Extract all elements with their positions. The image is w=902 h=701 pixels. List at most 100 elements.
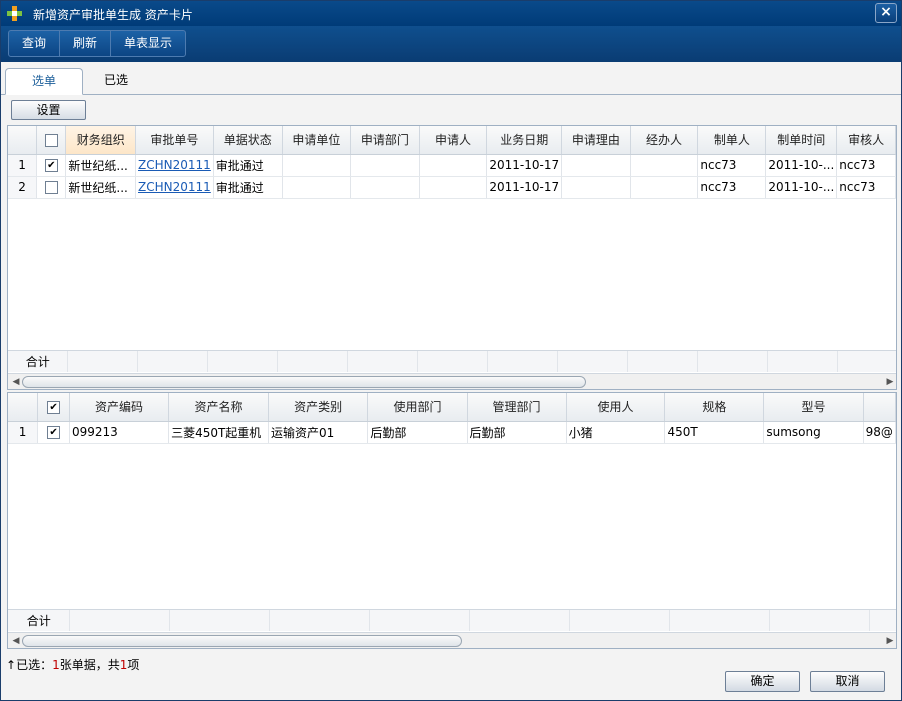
title-bar[interactable]: 新增资产审批单生成 资产卡片 × (1, 1, 901, 26)
table-cell[interactable]: ncc73 (836, 154, 896, 177)
summary-cell (557, 351, 629, 372)
scroll-left-icon[interactable]: ◀ (10, 635, 22, 647)
table-cell[interactable]: ncc73 (836, 176, 896, 199)
row-checkbox-cell (37, 421, 70, 444)
table-row[interactable]: 1 099213 三菱450T起重机 运输资产01 后勤部 后勤部 小猪 450… (8, 421, 896, 444)
table-cell[interactable]: 三菱450T起重机 (168, 421, 269, 444)
select-all-header[interactable] (37, 393, 70, 422)
column-header[interactable]: 业务日期 (486, 126, 563, 155)
table-cell[interactable]: ncc73 (697, 154, 767, 177)
scroll-right-icon[interactable]: ▶ (884, 635, 896, 647)
table-cell[interactable] (561, 154, 631, 177)
column-header[interactable]: 审核人 (836, 126, 896, 155)
table-cell[interactable]: 099213 (69, 421, 170, 444)
summary-label: 合计 (8, 351, 69, 372)
single-view-button[interactable]: 单表显示 (111, 31, 185, 56)
column-header[interactable]: 申请理由 (561, 126, 631, 155)
table-cell[interactable]: 审批通过 (213, 176, 283, 199)
table-cell[interactable] (350, 176, 420, 199)
summary-cell (137, 351, 209, 372)
table-cell[interactable]: 运输资产01 (268, 421, 369, 444)
summary-cell (767, 351, 838, 372)
column-header[interactable]: 规格 (664, 393, 765, 422)
table-cell[interactable] (350, 154, 420, 177)
table-cell[interactable]: 98@ (863, 421, 896, 444)
approval-no-link[interactable]: ZCHN20111 (138, 180, 211, 194)
tab-selected[interactable]: 已选 (77, 68, 155, 95)
table-cell[interactable]: 2011-10-... (765, 154, 838, 177)
column-header[interactable]: 资产编码 (69, 393, 170, 422)
table-cell-link[interactable]: ZCHN20111 (135, 154, 214, 177)
column-header[interactable]: 申请人 (419, 126, 488, 155)
tab-select[interactable]: 选单 (5, 68, 83, 95)
column-header[interactable]: 型号 (763, 393, 864, 422)
column-header[interactable]: 申请单位 (282, 126, 352, 155)
table-cell[interactable] (419, 154, 488, 177)
column-header[interactable]: 申请部门 (350, 126, 420, 155)
column-header[interactable]: 使用人 (566, 393, 666, 422)
ok-button[interactable]: 确定 (725, 671, 800, 692)
table-cell[interactable]: 2011-10-17 (486, 154, 563, 177)
column-header[interactable] (863, 393, 896, 422)
table-cell-link[interactable]: ZCHN20111 (135, 176, 214, 199)
column-header[interactable]: 资产名称 (168, 393, 269, 422)
table-cell[interactable]: 2011-10-... (765, 176, 838, 199)
column-header[interactable]: 审批单号 (135, 126, 214, 155)
table-cell[interactable] (630, 154, 699, 177)
row-checkbox[interactable] (47, 426, 61, 439)
column-header[interactable]: 使用部门 (367, 393, 468, 422)
table-cell[interactable] (282, 154, 352, 177)
table-cell[interactable]: 新世纪纸... (65, 176, 137, 199)
column-header[interactable]: 管理部门 (467, 393, 567, 422)
dialog-window: 新增资产审批单生成 资产卡片 × 查询 刷新 单表显示 选单 已选 设置 财务组… (0, 0, 902, 701)
table-row[interactable]: 2 新世纪纸... ZCHN20111 审批通过 2011-10-17 ncc7… (8, 176, 896, 199)
select-all-checkbox[interactable] (47, 400, 61, 414)
summary-cell (169, 610, 271, 631)
table-cell[interactable]: 后勤部 (367, 421, 468, 444)
column-header[interactable]: 资产类别 (268, 393, 369, 422)
table-cell[interactable]: 450T (664, 421, 765, 444)
cancel-button[interactable]: 取消 (810, 671, 885, 692)
column-header[interactable]: 制单时间 (765, 126, 838, 155)
scrollbar-thumb[interactable] (22, 635, 462, 647)
toolbar-button-group: 查询 刷新 单表显示 (8, 30, 187, 57)
row-checkbox[interactable] (44, 159, 58, 172)
table-cell[interactable]: ncc73 (697, 176, 767, 199)
toolbar: 查询 刷新 单表显示 (1, 26, 901, 62)
column-header[interactable]: 单据状态 (213, 126, 283, 155)
table-cell[interactable] (561, 176, 631, 199)
table-cell[interactable]: 审批通过 (213, 154, 283, 177)
summary-cell (487, 351, 559, 372)
column-header[interactable]: 制单人 (697, 126, 767, 155)
approval-no-link[interactable]: ZCHN20111 (138, 158, 211, 172)
summary-cell (347, 351, 419, 372)
table-cell[interactable]: 后勤部 (467, 421, 567, 444)
selected-sheet-count: 1 (52, 658, 60, 672)
window-title: 新增资产审批单生成 资产卡片 (33, 8, 193, 22)
table-cell[interactable]: 新世纪纸... (65, 154, 137, 177)
table-cell[interactable]: 2011-10-17 (486, 176, 563, 199)
app-logo-icon (7, 6, 22, 21)
refresh-button[interactable]: 刷新 (60, 31, 112, 56)
row-checkbox[interactable] (44, 181, 58, 194)
table-cell[interactable]: sumsong (763, 421, 864, 444)
scrollbar-thumb[interactable] (22, 376, 586, 388)
table-cell[interactable] (282, 176, 352, 199)
select-all-checkbox[interactable] (44, 133, 58, 147)
scroll-left-icon[interactable]: ◀ (10, 376, 22, 388)
lower-horizontal-scrollbar[interactable]: ◀ ▶ (8, 632, 896, 648)
column-header[interactable]: 财务组织 (65, 126, 137, 155)
table-cell[interactable] (630, 176, 699, 199)
table-cell[interactable] (419, 176, 488, 199)
column-header[interactable]: 经办人 (630, 126, 699, 155)
query-button[interactable]: 查询 (9, 31, 61, 56)
close-button[interactable]: × (875, 3, 897, 23)
select-all-header[interactable] (36, 126, 67, 155)
settings-button[interactable]: 设置 (11, 100, 86, 120)
scroll-right-icon[interactable]: ▶ (884, 376, 896, 388)
summary-cell (837, 351, 896, 372)
summary-cell (697, 351, 768, 372)
upper-horizontal-scrollbar[interactable]: ◀ ▶ (8, 373, 896, 389)
table-row[interactable]: 1 新世纪纸... ZCHN20111 审批通过 2011-10-17 ncc7… (8, 154, 896, 177)
table-cell[interactable]: 小猪 (566, 421, 666, 444)
